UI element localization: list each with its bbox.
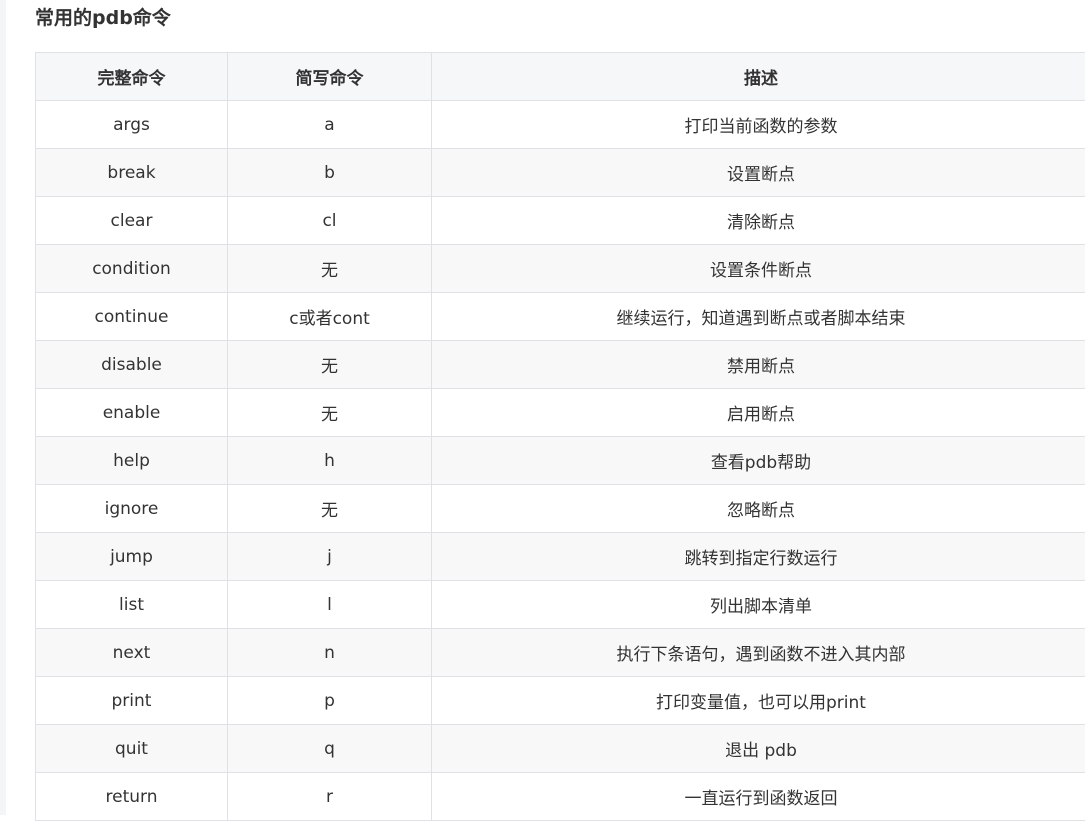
page-left-gutter [0, 0, 6, 815]
header-description: 描述 [432, 53, 1085, 101]
table-row: condition 无 设置条件断点 [36, 245, 1085, 293]
cell-full-command: disable [36, 341, 228, 389]
table-header: 完整命令 简写命令 描述 [36, 53, 1085, 101]
cell-short-command: l [228, 581, 432, 629]
pdb-command-table: 完整命令 简写命令 描述 args a 打印当前函数的参数 break b 设置… [35, 52, 1085, 821]
cell-description: 打印变量值，也可以用print [432, 677, 1085, 725]
section-heading: 常用的pdb命令 [35, 5, 171, 31]
cell-short-command: c或者cont [228, 293, 432, 341]
cell-full-command: quit [36, 725, 228, 773]
cell-description: 一直运行到函数返回 [432, 773, 1085, 821]
cell-description: 继续运行，知道遇到断点或者脚本结束 [432, 293, 1085, 341]
header-full-command: 完整命令 [36, 53, 228, 101]
header-short-command: 简写命令 [228, 53, 432, 101]
table-row: next n 执行下条语句，遇到函数不进入其内部 [36, 629, 1085, 677]
cell-short-command: h [228, 437, 432, 485]
cell-short-command: b [228, 149, 432, 197]
table-header-row: 完整命令 简写命令 描述 [36, 53, 1085, 101]
cell-full-command: continue [36, 293, 228, 341]
cell-description: 忽略断点 [432, 485, 1085, 533]
table-row: jump j 跳转到指定行数运行 [36, 533, 1085, 581]
pdb-command-table-container: 完整命令 简写命令 描述 args a 打印当前函数的参数 break b 设置… [35, 52, 1085, 821]
cell-description: 跳转到指定行数运行 [432, 533, 1085, 581]
cell-description: 设置断点 [432, 149, 1085, 197]
table-body: args a 打印当前函数的参数 break b 设置断点 clear cl 清… [36, 101, 1085, 821]
cell-short-command: q [228, 725, 432, 773]
table-row: print p 打印变量值，也可以用print [36, 677, 1085, 725]
cell-description: 清除断点 [432, 197, 1085, 245]
cell-full-command: help [36, 437, 228, 485]
cell-short-command: 无 [228, 341, 432, 389]
table-row: return r 一直运行到函数返回 [36, 773, 1085, 821]
cell-short-command: 无 [228, 485, 432, 533]
cell-short-command: a [228, 101, 432, 149]
table-row: ignore 无 忽略断点 [36, 485, 1085, 533]
cell-description: 执行下条语句，遇到函数不进入其内部 [432, 629, 1085, 677]
table-row: args a 打印当前函数的参数 [36, 101, 1085, 149]
cell-short-command: r [228, 773, 432, 821]
cell-description: 查看pdb帮助 [432, 437, 1085, 485]
cell-full-command: list [36, 581, 228, 629]
cell-full-command: jump [36, 533, 228, 581]
table-row: continue c或者cont 继续运行，知道遇到断点或者脚本结束 [36, 293, 1085, 341]
cell-description: 打印当前函数的参数 [432, 101, 1085, 149]
table-row: disable 无 禁用断点 [36, 341, 1085, 389]
cell-full-command: next [36, 629, 228, 677]
cell-full-command: enable [36, 389, 228, 437]
cell-full-command: args [36, 101, 228, 149]
cell-short-command: p [228, 677, 432, 725]
table-row: clear cl 清除断点 [36, 197, 1085, 245]
cell-description: 设置条件断点 [432, 245, 1085, 293]
cell-description: 列出脚本清单 [432, 581, 1085, 629]
table-row: quit q 退出 pdb [36, 725, 1085, 773]
table-row: break b 设置断点 [36, 149, 1085, 197]
cell-full-command: return [36, 773, 228, 821]
cell-full-command: clear [36, 197, 228, 245]
table-row: enable 无 启用断点 [36, 389, 1085, 437]
cell-short-command: 无 [228, 389, 432, 437]
table-row: help h 查看pdb帮助 [36, 437, 1085, 485]
cell-short-command: n [228, 629, 432, 677]
cell-full-command: break [36, 149, 228, 197]
cell-full-command: ignore [36, 485, 228, 533]
cell-short-command: 无 [228, 245, 432, 293]
cell-full-command: condition [36, 245, 228, 293]
cell-short-command: j [228, 533, 432, 581]
cell-full-command: print [36, 677, 228, 725]
cell-short-command: cl [228, 197, 432, 245]
table-row: list l 列出脚本清单 [36, 581, 1085, 629]
cell-description: 退出 pdb [432, 725, 1085, 773]
cell-description: 禁用断点 [432, 341, 1085, 389]
cell-description: 启用断点 [432, 389, 1085, 437]
